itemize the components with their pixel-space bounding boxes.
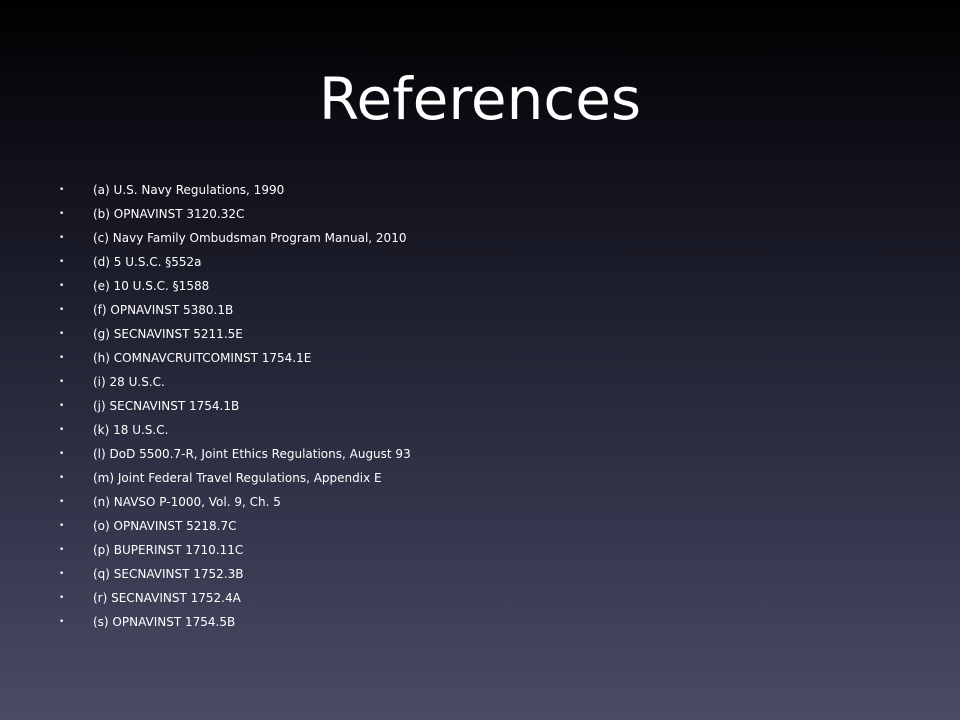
reference-item: • (q) SECNAVINST 1752.3B <box>56 562 411 586</box>
reference-text: (s) OPNAVINST 1754.5B <box>93 615 236 629</box>
reference-text: (i) 28 U.S.C. <box>93 375 165 389</box>
bullet-icon: • <box>59 545 65 555</box>
bullet-icon: • <box>59 353 65 363</box>
reference-item: • (s) OPNAVINST 1754.5B <box>56 610 411 634</box>
bullet-icon: • <box>59 425 65 435</box>
bullet-icon: • <box>59 401 65 411</box>
reference-text: (g) SECNAVINST 5211.5E <box>93 327 243 341</box>
reference-text: (a) U.S. Navy Regulations, 1990 <box>93 183 285 197</box>
reference-item: • (d) 5 U.S.C. §552a <box>56 250 411 274</box>
bullet-icon: • <box>59 329 65 339</box>
reference-item: • (p) BUPERINST 1710.11C <box>56 538 411 562</box>
reference-item: • (o) OPNAVINST 5218.7C <box>56 514 411 538</box>
bullet-icon: • <box>59 449 65 459</box>
reference-item: • (m) Joint Federal Travel Regulations, A… <box>56 466 411 490</box>
reference-item: • (e) 10 U.S.C. §1588 <box>56 274 411 298</box>
reference-text: (j) SECNAVINST 1754.1B <box>93 399 240 413</box>
bullet-icon: • <box>59 281 65 291</box>
slide: References • (a) U.S. Navy Regulations, 1… <box>0 0 960 720</box>
reference-item: • (g) SECNAVINST 5211.5E <box>56 322 411 346</box>
bullet-icon: • <box>59 569 65 579</box>
bullet-icon: • <box>59 377 65 387</box>
reference-text: (d) 5 U.S.C. §552a <box>93 255 202 269</box>
reference-text: (o) OPNAVINST 5218.7C <box>93 519 237 533</box>
reference-text: (f) OPNAVINST 5380.1B <box>93 303 234 317</box>
bullet-icon: • <box>59 209 65 219</box>
bullet-icon: • <box>59 521 65 531</box>
reference-text: (q) SECNAVINST 1752.3B <box>93 567 244 581</box>
bullet-icon: • <box>59 305 65 315</box>
bullet-icon: • <box>59 617 65 627</box>
bullet-icon: • <box>59 233 65 243</box>
bullet-icon: • <box>59 497 65 507</box>
reference-text: (h) COMNAVCRUITCOMINST 1754.1E <box>93 351 312 365</box>
reference-item: • (l) DoD 5500.7-R, Joint Ethics Regulati… <box>56 442 411 466</box>
reference-text: (m) Joint Federal Travel Regulations, Ap… <box>93 471 382 485</box>
bullet-icon: • <box>59 593 65 603</box>
bullet-icon: • <box>59 473 65 483</box>
reference-text: (r) SECNAVINST 1752.4A <box>93 591 241 605</box>
references-list: • (a) U.S. Navy Regulations, 1990 • (b) OPN… <box>56 178 411 634</box>
reference-text: (k) 18 U.S.C. <box>93 423 169 437</box>
bullet-icon: • <box>59 257 65 267</box>
reference-text: (n) NAVSO P-1000, Vol. 9, Ch. 5 <box>93 495 281 509</box>
reference-item: • (c) Navy Family Ombudsman Program Manua… <box>56 226 411 250</box>
reference-item: • (k) 18 U.S.C. <box>56 418 411 442</box>
reference-text: (c) Navy Family Ombudsman Program Manual… <box>93 231 407 245</box>
bullet-icon: • <box>59 185 65 195</box>
reference-text: (p) BUPERINST 1710.11C <box>93 543 244 557</box>
reference-item: • (r) SECNAVINST 1752.4A <box>56 586 411 610</box>
reference-item: • (i) 28 U.S.C. <box>56 370 411 394</box>
reference-text: (l) DoD 5500.7-R, Joint Ethics Regulatio… <box>93 447 411 461</box>
reference-item: • (a) U.S. Navy Regulations, 1990 <box>56 178 411 202</box>
reference-text: (e) 10 U.S.C. §1588 <box>93 279 210 293</box>
reference-item: • (h) COMNAVCRUITCOMINST 1754.1E <box>56 346 411 370</box>
reference-text: (b) OPNAVINST 3120.32C <box>93 207 245 221</box>
reference-item: • (n) NAVSO P-1000, Vol. 9, Ch. 5 <box>56 490 411 514</box>
reference-item: • (b) OPNAVINST 3120.32C <box>56 202 411 226</box>
reference-item: • (f) OPNAVINST 5380.1B <box>56 298 411 322</box>
reference-item: • (j) SECNAVINST 1754.1B <box>56 394 411 418</box>
slide-title: References <box>318 65 642 133</box>
